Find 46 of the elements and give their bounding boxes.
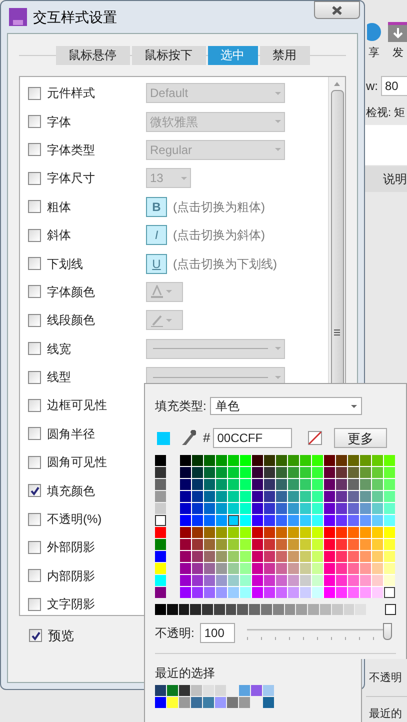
property-label: 外部阴影 [46, 539, 96, 556]
property-label: 圆角半径 [46, 426, 96, 443]
property-label: 线段颜色 [46, 312, 96, 330]
toolbar-button[interactable]: 享 [363, 22, 385, 62]
toggle-button[interactable]: U [146, 254, 167, 274]
property-label: 边框可见性 [46, 397, 108, 414]
hash-label: # [203, 429, 210, 448]
hint-text: (点击切换为下划线) [173, 256, 277, 273]
width-label: w: [366, 78, 378, 95]
recent-label: 最近的 [369, 707, 402, 722]
property-label: 线宽 [46, 340, 72, 358]
toggle-button[interactable]: B [146, 196, 167, 217]
recent-label: 最近的选择 [155, 665, 216, 682]
toolbar-button[interactable]: 发 [387, 22, 407, 62]
property-label: 圆角可见性 [46, 454, 108, 472]
tab[interactable]: 鼠标悬停 [56, 46, 130, 64]
property-label: 字体类型 [46, 142, 96, 159]
property-label: 下划线 [46, 256, 84, 273]
property-label: 不透明(%) [46, 511, 103, 528]
fill-type-label: 填充类型: [155, 398, 206, 415]
property-label: 粗体 [46, 198, 72, 216]
preview-label: 预览 [47, 627, 74, 645]
hint-text: (点击切换为斜体) [173, 227, 265, 244]
opacity-label: 不透明 [369, 671, 402, 686]
property-label: 斜体 [46, 227, 72, 244]
property-label: 字体颜色 [46, 284, 96, 301]
hint-text: (点击切换为粗体) [173, 198, 265, 216]
inspector-label: 检视: 矩 [366, 106, 406, 121]
window-title: 交互样式设置 [33, 8, 117, 26]
property-label: 内部阴影 [46, 568, 96, 585]
fill-type-dropdown[interactable]: 单色 [210, 397, 362, 415]
property-label: 字体 [46, 114, 72, 131]
more-button[interactable]: 更多 [334, 428, 388, 448]
toggle-button[interactable]: I [146, 225, 167, 246]
property-label: 线型 [46, 369, 72, 386]
property-label: 文字阴影 [46, 596, 96, 614]
width-field[interactable]: 80 [381, 76, 407, 96]
tab[interactable]: 禁用 [260, 46, 310, 64]
property-label: 字体尺寸 [46, 170, 96, 188]
hex-field[interactable]: 00CCFF [213, 428, 292, 448]
panel-tab[interactable]: 说明 [365, 166, 407, 192]
tab[interactable]: 鼠标按下 [132, 46, 206, 64]
property-label: 填充颜色 [46, 482, 96, 500]
opacity-label: 不透明: [155, 625, 194, 642]
opacity-field[interactable]: 100 [200, 623, 236, 643]
property-label: 元件样式 [46, 85, 96, 102]
